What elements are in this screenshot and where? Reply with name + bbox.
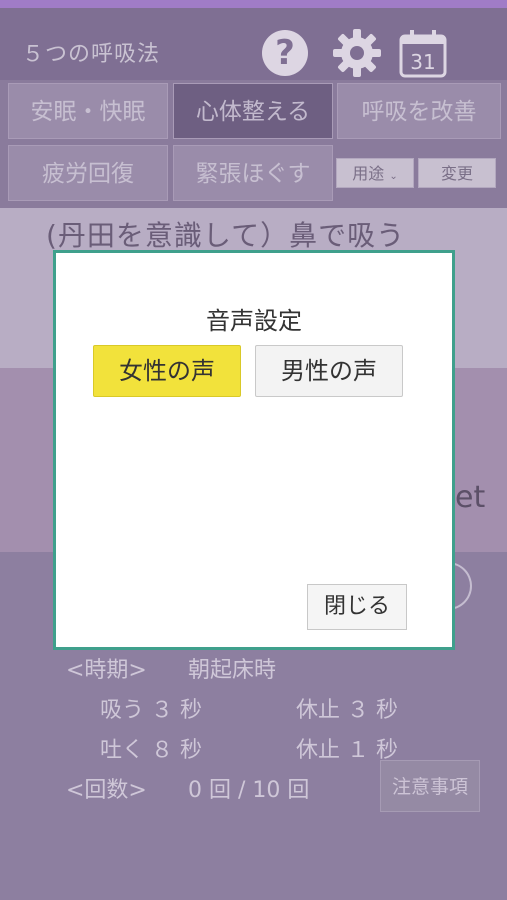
count-value: 0 回 / 10 回 — [188, 778, 310, 803]
hold-duration-1: 休止 ３ 秒 — [296, 698, 398, 723]
mode-relax-button[interactable]: 緊張ほぐす — [173, 145, 333, 201]
app-title: ５つの呼吸法 — [22, 42, 161, 67]
mode-sleep-button[interactable]: 安眠・快眠 — [8, 83, 168, 139]
mode-fatigue-button[interactable]: 疲労回復 — [8, 145, 168, 201]
panel-text-fragment: et — [455, 480, 486, 515]
inhale-duration: 吸う ３ 秒 — [100, 698, 202, 723]
gear-icon[interactable] — [330, 26, 384, 80]
mode-row-1: 安眠・快眠 心体整える 呼吸を改善 — [0, 80, 507, 142]
help-icon[interactable]: ? — [262, 30, 308, 76]
calendar-day: 31 — [410, 50, 435, 74]
female-voice-button[interactable]: 女性の声 — [93, 345, 241, 397]
usage-select-label: 用途 — [352, 164, 385, 183]
calendar-icon[interactable]: 31 — [398, 28, 448, 78]
app-header: ５つの呼吸法 ? 31 — [0, 8, 507, 80]
mode-breathing-button[interactable]: 呼吸を改善 — [337, 83, 501, 139]
chevron-down-icon: ⌄ — [389, 171, 398, 182]
dialog-title: 音声設定 — [206, 307, 302, 335]
breathing-instruction: (丹田を意識して）鼻で吸う — [46, 219, 406, 252]
change-button[interactable]: 変更 — [418, 158, 496, 188]
count-label: <回数> — [66, 778, 147, 803]
timing-value: 朝起床時 — [188, 658, 277, 683]
mode-balance-button[interactable]: 心体整える — [173, 83, 333, 139]
top-accent-strip — [0, 0, 507, 8]
timing-label: <時期> — [66, 658, 147, 683]
male-voice-button[interactable]: 男性の声 — [255, 345, 403, 397]
notes-button[interactable]: 注意事項 — [380, 760, 480, 812]
close-button[interactable]: 閉じる — [307, 584, 407, 630]
voice-settings-dialog: 音声設定 女性の声 男性の声 閉じる — [53, 250, 455, 650]
mode-row-2: 疲労回復 緊張ほぐす 用途 ⌄ 変更 — [0, 142, 507, 208]
exhale-duration: 吐く ８ 秒 — [100, 738, 202, 763]
usage-select[interactable]: 用途 ⌄ — [336, 158, 414, 188]
